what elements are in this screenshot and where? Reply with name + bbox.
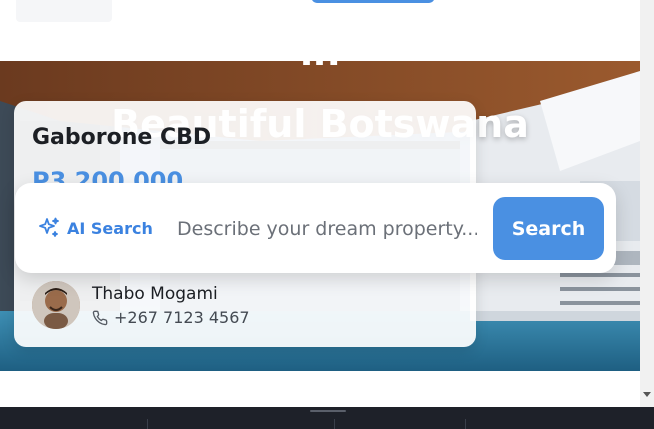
page: in Beautiful Botswana Gaborone CBD P3 20… (0, 0, 654, 429)
property-location: Gaborone CBD (32, 125, 212, 150)
footer-divider (147, 419, 148, 429)
scrollbar[interactable] (640, 0, 654, 407)
header-strip (0, 0, 640, 61)
agent-name: Thabo Mogami (92, 284, 218, 304)
search-input[interactable] (177, 211, 477, 247)
header-button[interactable] (311, 0, 435, 3)
logo[interactable] (16, 0, 112, 22)
hero-headline-top: in (0, 61, 640, 71)
sparkle-icon (37, 216, 61, 240)
agent-avatar (32, 281, 80, 329)
footer-divider (334, 419, 335, 429)
footer-divider (465, 419, 466, 429)
agent-phone[interactable]: +267 7123 4567 (92, 308, 250, 327)
agent-phone-number: +267 7123 4567 (114, 308, 250, 327)
phone-icon (92, 310, 108, 326)
footer (0, 407, 654, 429)
ai-search-label[interactable]: AI Search (37, 216, 153, 240)
scroll-down-arrow-icon[interactable] (643, 392, 651, 397)
ai-search-text: AI Search (67, 218, 153, 238)
ai-search-bar: AI Search Search (15, 183, 616, 273)
search-button[interactable]: Search (493, 197, 604, 260)
footer-handle (310, 410, 346, 412)
